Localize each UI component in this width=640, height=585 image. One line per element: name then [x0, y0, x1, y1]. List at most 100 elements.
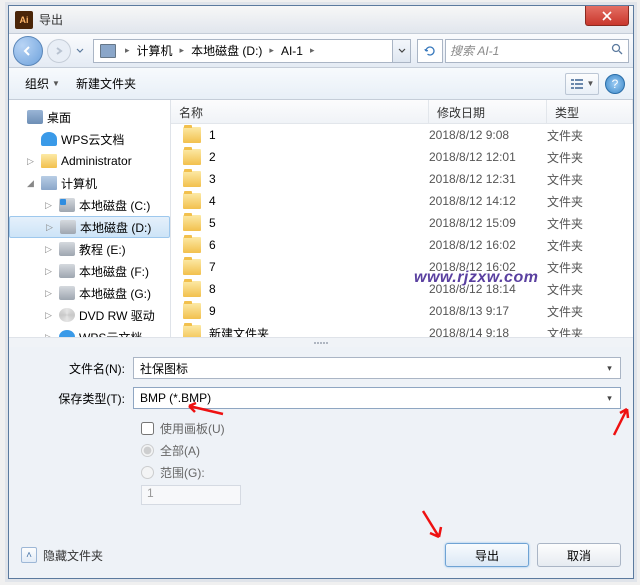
sidebar-item-label: 本地磁盘 (F:) — [79, 263, 149, 280]
folder-icon — [41, 154, 57, 168]
help-button[interactable]: ? — [605, 74, 625, 94]
file-date: 2018/8/13 9:17 — [429, 304, 547, 318]
file-date: 2018/8/12 15:09 — [429, 216, 547, 230]
sidebar-item[interactable]: ▷本地磁盘 (G:) — [9, 282, 170, 304]
chevron-down-icon[interactable]: ▾ — [602, 361, 617, 376]
file-row[interactable]: 32018/8/12 12:31文件夹 — [171, 168, 633, 190]
use-artboard-checkbox[interactable] — [141, 422, 154, 435]
folder-icon — [183, 193, 201, 209]
drive-win-icon — [59, 198, 75, 212]
toolbar: 组织▼ 新建文件夹 ▼ ? — [9, 68, 633, 100]
sidebar-item[interactable]: ▷本地磁盘 (C:) — [9, 194, 170, 216]
export-button[interactable]: 导出 — [445, 543, 529, 567]
file-date: 2018/8/12 12:01 — [429, 150, 547, 164]
all-radio[interactable] — [141, 444, 154, 457]
file-date: 2018/8/12 18:14 — [429, 282, 547, 296]
view-mode-button[interactable]: ▼ — [565, 73, 599, 95]
file-row[interactable]: 52018/8/12 15:09文件夹 — [171, 212, 633, 234]
col-date[interactable]: 修改日期 — [429, 100, 547, 123]
sidebar-item[interactable]: ▷ WPS云文档 — [9, 326, 170, 337]
file-pane: 名称 修改日期 类型 12018/8/12 9:08文件夹22018/8/12 … — [171, 100, 633, 337]
chevron-right-icon: ▸ — [266, 45, 277, 56]
file-type: 文件夹 — [547, 303, 583, 320]
expand-icon: ▷ — [46, 222, 56, 233]
file-row[interactable]: 62018/8/12 16:02文件夹 — [171, 234, 633, 256]
computer-icon — [100, 44, 116, 58]
file-date: 2018/8/12 9:08 — [429, 128, 547, 142]
file-type: 文件夹 — [547, 149, 583, 166]
expand-icon: ▷ — [45, 288, 55, 299]
expand-icon: ▷ — [45, 266, 55, 277]
sidebar-item-label: WPS云文档 — [79, 329, 142, 338]
sidebar-item[interactable]: 桌面 — [9, 106, 170, 128]
file-type: 文件夹 — [547, 325, 583, 338]
chevron-down-icon[interactable]: ▾ — [602, 391, 617, 406]
file-list[interactable]: 12018/8/12 9:08文件夹22018/8/12 12:01文件夹320… — [171, 124, 633, 337]
savetype-select[interactable]: BMP (*.BMP) ▾ — [133, 387, 621, 409]
cancel-button[interactable]: 取消 — [537, 543, 621, 567]
sidebar-item[interactable]: ▷Administrator — [9, 150, 170, 172]
breadcrumb[interactable]: ▸ 计算机 ▸ 本地磁盘 (D:) ▸ AI-1 ▸ — [93, 39, 411, 63]
file-row[interactable]: 12018/8/12 9:08文件夹 — [171, 124, 633, 146]
sidebar-item-label: WPS云文档 — [61, 131, 124, 148]
range-input[interactable]: 1 — [141, 485, 241, 505]
sidebar-item[interactable]: WPS云文档 — [9, 128, 170, 150]
file-row[interactable]: 22018/8/12 12:01文件夹 — [171, 146, 633, 168]
file-row[interactable]: 新建文件夹2018/8/14 9:18文件夹 — [171, 322, 633, 337]
chevron-down-icon: ▼ — [52, 79, 60, 88]
file-name: 6 — [209, 238, 429, 252]
breadcrumb-dropdown[interactable] — [392, 40, 410, 62]
search-icon — [611, 43, 624, 59]
organize-button[interactable]: 组织▼ — [17, 71, 68, 96]
new-folder-button[interactable]: 新建文件夹 — [68, 71, 144, 96]
sidebar-item-label: 桌面 — [47, 109, 71, 126]
file-browser: 桌面WPS云文档▷Administrator◢计算机▷本地磁盘 (C:)▷本地磁… — [9, 100, 633, 337]
nav-history-dropdown[interactable] — [73, 38, 87, 64]
search-input[interactable]: 搜索 AI-1 — [445, 39, 629, 63]
breadcrumb-seg-folder[interactable]: AI-1 — [277, 40, 307, 62]
file-type: 文件夹 — [547, 281, 583, 298]
chevron-down-icon — [76, 48, 84, 54]
lower-panel: 文件名(N): 社保图标 ▾ 保存类型(T): BMP (*.BMP) ▾ 使用… — [9, 347, 633, 517]
refresh-icon — [423, 44, 437, 58]
expand-icon: ▷ — [45, 310, 55, 321]
file-row[interactable]: 92018/8/13 9:17文件夹 — [171, 300, 633, 322]
breadcrumb-seg-computer[interactable]: 计算机 — [133, 40, 177, 62]
close-button[interactable] — [585, 6, 629, 26]
col-name[interactable]: 名称 — [171, 100, 429, 123]
use-artboard-label: 使用画板(U) — [160, 420, 225, 437]
folder-icon — [183, 127, 201, 143]
breadcrumb-seg-drive[interactable]: 本地磁盘 (D:) — [187, 40, 266, 62]
sidebar-item-label: 本地磁盘 (C:) — [79, 197, 150, 214]
file-type: 文件夹 — [547, 215, 583, 232]
arrow-left-icon — [22, 45, 34, 57]
file-name: 9 — [209, 304, 429, 318]
file-row[interactable]: 72018/8/12 16:02文件夹 — [171, 256, 633, 278]
app-icon: Ai — [15, 11, 33, 29]
sidebar-item[interactable]: ◢计算机 — [9, 172, 170, 194]
sidebar-item[interactable]: ▷DVD RW 驱动 — [9, 304, 170, 326]
splitter-grip[interactable] — [9, 337, 633, 347]
col-type[interactable]: 类型 — [547, 100, 633, 123]
file-row[interactable]: 82018/8/12 18:14文件夹 — [171, 278, 633, 300]
chevron-right-icon: ▸ — [177, 45, 188, 56]
nav-forward-button[interactable] — [47, 39, 71, 63]
sidebar-item-label: 计算机 — [61, 175, 97, 192]
file-name: 5 — [209, 216, 429, 230]
sidebar-item[interactable]: ▷ 本地磁盘 (F:) — [9, 260, 170, 282]
range-radio[interactable] — [141, 466, 154, 479]
folder-icon — [183, 259, 201, 275]
sidebar-item[interactable]: ▷本地磁盘 (D:) — [9, 216, 170, 238]
nav-back-button[interactable] — [13, 36, 43, 66]
file-date: 2018/8/12 16:02 — [429, 238, 547, 252]
filename-input[interactable]: 社保图标 ▾ — [133, 357, 621, 379]
expand-icon: ▷ — [45, 332, 55, 338]
window-title: 导出 — [39, 11, 63, 28]
file-name: 8 — [209, 282, 429, 296]
file-row[interactable]: 42018/8/12 14:12文件夹 — [171, 190, 633, 212]
refresh-button[interactable] — [417, 39, 443, 63]
hide-folders-toggle[interactable]: ˄ 隐藏文件夹 — [21, 547, 103, 564]
sidebar-item-label: 教程 (E:) — [79, 241, 126, 258]
folder-icon — [183, 149, 201, 165]
sidebar-item[interactable]: ▷教程 (E:) — [9, 238, 170, 260]
